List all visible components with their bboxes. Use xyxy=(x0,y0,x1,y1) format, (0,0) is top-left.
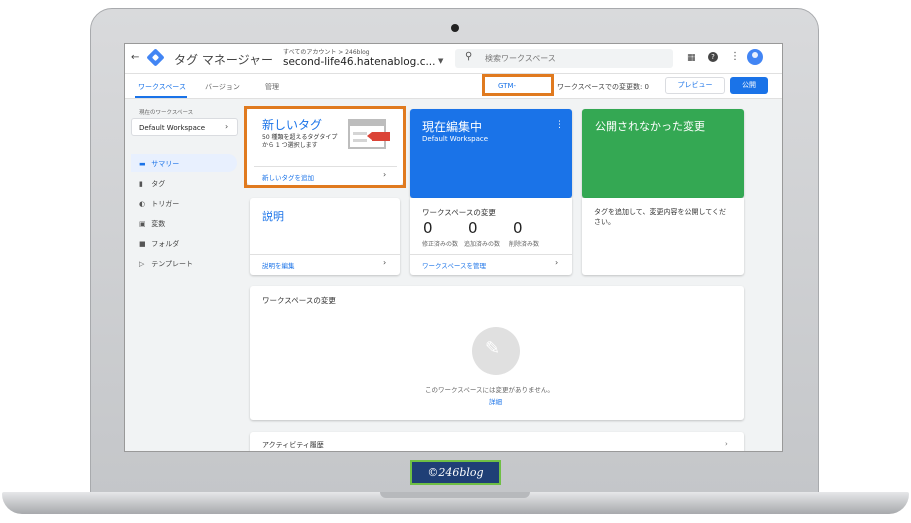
tag-icon: ▮ xyxy=(139,180,143,188)
description-title: 説明 xyxy=(262,210,284,223)
modified-label: 修正済みの数 xyxy=(422,241,459,248)
deleted-count: 0 xyxy=(513,219,523,237)
tab-admin[interactable]: 管理 xyxy=(265,82,279,92)
container-id[interactable]: GTM- xyxy=(498,82,516,90)
chevron-right-icon[interactable]: › xyxy=(225,122,228,131)
container-selector[interactable]: second-life46.hatenablog.c... xyxy=(283,56,435,68)
tag-flag-icon xyxy=(367,132,390,141)
empty-state-text: このワークスペースには変更がありません。 xyxy=(425,386,554,394)
new-tag-title[interactable]: 新しいタグ xyxy=(262,116,322,133)
divider xyxy=(254,166,397,167)
workspace-label: 現在のワークスペース xyxy=(139,110,194,116)
unpublished-description: タグを追加して、変更内容を公開してください。 xyxy=(594,208,727,226)
chevron-right-icon[interactable]: › xyxy=(383,258,386,267)
divider xyxy=(410,254,572,255)
avatar[interactable] xyxy=(747,49,763,65)
activity-history-card[interactable] xyxy=(250,432,744,451)
workspace-changes-count: ワークスペースでの変更数: 0 xyxy=(557,83,649,91)
illustration-line xyxy=(353,139,367,142)
trigger-icon: ◐ xyxy=(139,200,146,208)
new-tag-description: 50 種類を超えるタグタイプから 1 つ選択します xyxy=(262,134,338,149)
sidebar-item-summary[interactable]: ▬ サマリー xyxy=(139,159,179,169)
sidebar-item-tags[interactable]: ▮ タグ xyxy=(139,179,165,189)
added-label: 追加済みの数 xyxy=(464,241,501,248)
laptop-notch xyxy=(380,492,530,498)
divider xyxy=(250,254,400,255)
tab-active-indicator xyxy=(135,96,187,98)
sidebar-item-folders[interactable]: ■ フォルダ xyxy=(139,239,179,249)
preview-button[interactable]: プレビュー xyxy=(665,77,725,94)
watermark: ©246blog xyxy=(410,460,501,485)
tab-workspace[interactable]: ワークスペース xyxy=(138,82,186,92)
illustration-line xyxy=(353,132,367,135)
current-editing-title: 現在編集中 xyxy=(422,120,483,134)
screen: ← タグ マネージャー すべてのアカウント > 246blog second-l… xyxy=(124,43,783,452)
sidebar-item-variables[interactable]: ▣ 変数 xyxy=(139,219,165,229)
manage-workspaces-link[interactable]: ワークスペースを管理 xyxy=(422,260,486,270)
edit-description-link[interactable]: 説明を編集 xyxy=(262,260,295,270)
changes-list-title: ワークスペースの変更 xyxy=(262,296,336,305)
search-input[interactable]: 検索ワークスペース xyxy=(485,53,556,64)
gtm-id-highlight xyxy=(482,74,554,96)
help-icon[interactable]: ? xyxy=(708,52,718,62)
folder-icon: ■ xyxy=(139,240,146,248)
unpublished-title: 公開されなかった変更 xyxy=(595,120,705,133)
workspace-changes-title: ワークスペースの変更 xyxy=(422,208,496,217)
chevron-right-icon[interactable]: › xyxy=(383,170,386,179)
pencil-icon: ✎ xyxy=(485,338,501,359)
camera-icon xyxy=(451,24,459,32)
apps-icon[interactable]: ▦ xyxy=(687,53,696,63)
publish-button[interactable]: 公開 xyxy=(730,77,768,94)
sidebar-item-templates[interactable]: ▷ テンプレート xyxy=(139,259,193,269)
template-icon: ▷ xyxy=(139,260,145,268)
deleted-label: 削除済み数 xyxy=(509,241,540,248)
activity-history-title: アクティビティ履歴 xyxy=(262,441,324,449)
chevron-right-icon[interactable]: › xyxy=(725,440,728,448)
tab-versions[interactable]: バージョン xyxy=(205,82,240,92)
summary-icon: ▬ xyxy=(139,160,146,168)
details-link[interactable]: 詳細 xyxy=(489,396,502,406)
product-name: タグ マネージャー xyxy=(174,53,273,67)
more-vert-icon[interactable]: ⋮ xyxy=(730,51,740,62)
caret-down-icon[interactable]: ▼ xyxy=(438,57,443,65)
add-new-tag-link[interactable]: 新しいタグを追加 xyxy=(262,172,314,182)
search-icon: ⚲ xyxy=(465,51,473,62)
account-breadcrumb[interactable]: すべてのアカウント > 246blog xyxy=(283,47,370,56)
chevron-right-icon[interactable]: › xyxy=(555,258,558,267)
sidebar-item-triggers[interactable]: ◐ トリガー xyxy=(139,199,179,209)
added-count: 0 xyxy=(468,219,478,237)
arrow-left-icon[interactable]: ← xyxy=(131,52,139,63)
modified-count: 0 xyxy=(423,219,433,237)
variable-icon: ▣ xyxy=(139,220,146,228)
current-workspace-name: Default Workspace xyxy=(422,135,489,143)
more-vert-icon[interactable]: ⋮ xyxy=(555,120,564,130)
workspace-name[interactable]: Default Workspace xyxy=(139,124,205,132)
